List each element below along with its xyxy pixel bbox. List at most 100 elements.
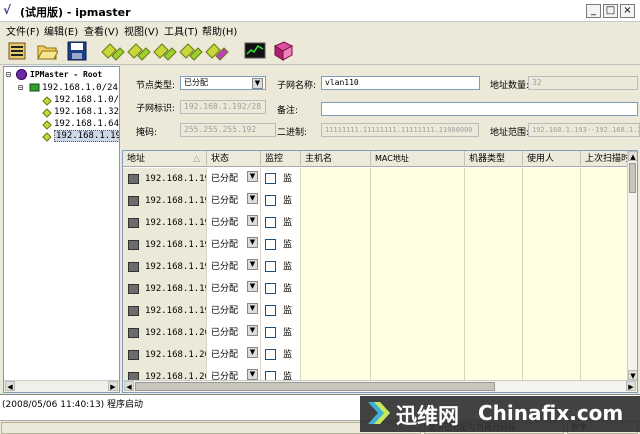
monitor-checkbox[interactable] xyxy=(265,349,276,360)
table-row[interactable]: 192.168.1.199 已分配 ▼ 监 xyxy=(123,300,629,322)
editable-cell[interactable] xyxy=(465,190,523,212)
editable-cell[interactable] xyxy=(523,168,581,190)
address-cell[interactable]: 192.168.1.193 xyxy=(123,168,207,190)
column-header-mac[interactable]: MAC地址 xyxy=(371,151,465,167)
chevron-down-icon[interactable]: ▼ xyxy=(247,347,258,358)
monitor-checkbox[interactable] xyxy=(265,173,276,184)
tree-expander[interactable]: ⊟ xyxy=(6,70,11,79)
address-cell[interactable]: 192.168.1.195 xyxy=(123,212,207,234)
editable-cell[interactable] xyxy=(523,344,581,366)
open-database-icon[interactable] xyxy=(6,40,28,62)
address-cell[interactable]: 192.168.1.196 xyxy=(123,234,207,256)
editable-cell[interactable] xyxy=(371,190,465,212)
editable-cell[interactable] xyxy=(581,234,629,256)
tag-icon[interactable] xyxy=(100,40,230,62)
menu-views[interactable]: 视图(V) xyxy=(124,23,159,38)
menu-file[interactable]: 文件(F) xyxy=(6,23,40,38)
column-header-machine-type[interactable]: 机器类型 xyxy=(465,151,523,167)
editable-cell[interactable] xyxy=(581,300,629,322)
editable-cell[interactable] xyxy=(371,168,465,190)
editable-cell[interactable] xyxy=(581,168,629,190)
monitor-checkbox[interactable] xyxy=(265,195,276,206)
editable-cell[interactable] xyxy=(371,212,465,234)
status-cell[interactable]: 已分配 ▼ xyxy=(207,278,261,300)
monitor-checkbox[interactable] xyxy=(265,283,276,294)
status-cell[interactable]: 已分配 ▼ xyxy=(207,212,261,234)
chevron-down-icon[interactable]: ▼ xyxy=(247,303,258,314)
monitor-checkbox[interactable] xyxy=(265,217,276,228)
editable-cell[interactable] xyxy=(465,322,523,344)
column-header-status[interactable]: 状态 xyxy=(207,151,261,167)
menu-view[interactable]: 查看(V) xyxy=(84,23,119,38)
column-header-address[interactable]: 地址 △ xyxy=(123,151,207,167)
status-cell[interactable]: 已分配 ▼ xyxy=(207,300,261,322)
subnet-tree[interactable]: ⊟ IPMaster - Root ⊟ 192.168.1.0/24 192.1… xyxy=(3,66,120,393)
address-cell[interactable]: 192.168.1.201 xyxy=(123,344,207,366)
editable-cell[interactable] xyxy=(523,212,581,234)
monitor-graph-icon[interactable] xyxy=(244,40,266,62)
open-folder-icon[interactable] xyxy=(36,40,58,62)
editable-cell[interactable] xyxy=(581,190,629,212)
tree-root[interactable]: IPMaster - Root xyxy=(30,70,102,79)
status-cell[interactable]: 已分配 ▼ xyxy=(207,190,261,212)
editable-cell[interactable] xyxy=(301,212,371,234)
chevron-down-icon[interactable]: ▼ xyxy=(247,237,258,248)
scroll-right-arrow-icon[interactable]: ▶ xyxy=(108,381,118,391)
tree-subnet[interactable]: 192.168.1.32/2 xyxy=(54,107,119,117)
editable-cell[interactable] xyxy=(301,344,371,366)
tree-horizontal-scrollbar[interactable]: ◀ ▶ xyxy=(4,380,119,392)
editable-cell[interactable] xyxy=(301,300,371,322)
address-cell[interactable]: 192.168.1.197 xyxy=(123,256,207,278)
editable-cell[interactable] xyxy=(371,344,465,366)
scroll-left-arrow-icon[interactable]: ◀ xyxy=(5,381,15,391)
grid-vertical-scrollbar[interactable]: ▲ ▼ xyxy=(627,151,637,380)
editable-cell[interactable] xyxy=(301,234,371,256)
editable-cell[interactable] xyxy=(301,190,371,212)
editable-cell[interactable] xyxy=(371,300,465,322)
address-cell[interactable]: 192.168.1.200 xyxy=(123,322,207,344)
monitor-checkbox[interactable] xyxy=(265,327,276,338)
tree-expander[interactable]: ⊟ xyxy=(18,83,23,92)
editable-cell[interactable] xyxy=(581,212,629,234)
chevron-down-icon[interactable]: ▼ xyxy=(247,325,258,336)
editable-cell[interactable] xyxy=(301,168,371,190)
minimize-button[interactable]: _ xyxy=(586,4,601,18)
editable-cell[interactable] xyxy=(371,278,465,300)
tree-subnet[interactable]: 192.168.1.64/2 xyxy=(54,119,119,129)
editable-cell[interactable] xyxy=(523,190,581,212)
tree-network[interactable]: 192.168.1.0/24 xyxy=(42,83,118,93)
monitor-checkbox[interactable] xyxy=(265,239,276,250)
grid-horizontal-scrollbar[interactable]: ◀ ▶ xyxy=(123,380,637,392)
book-icon[interactable] xyxy=(272,40,294,62)
table-row[interactable]: 192.168.1.197 已分配 ▼ 监 xyxy=(123,256,629,278)
table-row[interactable]: 192.168.1.196 已分配 ▼ 监 xyxy=(123,234,629,256)
status-cell[interactable]: 已分配 ▼ xyxy=(207,344,261,366)
editable-cell[interactable] xyxy=(465,300,523,322)
editable-cell[interactable] xyxy=(523,234,581,256)
table-row[interactable]: 192.168.1.193 已分配 ▼ 监 xyxy=(123,168,629,190)
column-header-hostname[interactable]: 主机名 xyxy=(301,151,371,167)
editable-cell[interactable] xyxy=(371,234,465,256)
chevron-down-icon[interactable]: ▼ xyxy=(247,171,258,182)
address-cell[interactable]: 192.168.1.194 xyxy=(123,190,207,212)
editable-cell[interactable] xyxy=(581,322,629,344)
address-cell[interactable]: 192.168.1.198 xyxy=(123,278,207,300)
address-cell[interactable]: 192.168.1.199 xyxy=(123,300,207,322)
table-row[interactable]: 192.168.1.201 已分配 ▼ 监 xyxy=(123,344,629,366)
editable-cell[interactable] xyxy=(581,278,629,300)
editable-cell[interactable] xyxy=(301,256,371,278)
editable-cell[interactable] xyxy=(581,256,629,278)
editable-cell[interactable] xyxy=(465,234,523,256)
status-cell[interactable]: 已分配 ▼ xyxy=(207,322,261,344)
editable-cell[interactable] xyxy=(465,344,523,366)
editable-cell[interactable] xyxy=(465,278,523,300)
editable-cell[interactable] xyxy=(301,278,371,300)
chevron-down-icon[interactable]: ▼ xyxy=(247,259,258,270)
status-cell[interactable]: 已分配 ▼ xyxy=(207,168,261,190)
save-disk-icon[interactable] xyxy=(66,40,88,62)
table-row[interactable]: 192.168.1.195 已分配 ▼ 监 xyxy=(123,212,629,234)
editable-cell[interactable] xyxy=(523,278,581,300)
scroll-thumb[interactable] xyxy=(629,163,636,193)
editable-cell[interactable] xyxy=(465,212,523,234)
chevron-down-icon[interactable]: ▼ xyxy=(247,193,258,204)
